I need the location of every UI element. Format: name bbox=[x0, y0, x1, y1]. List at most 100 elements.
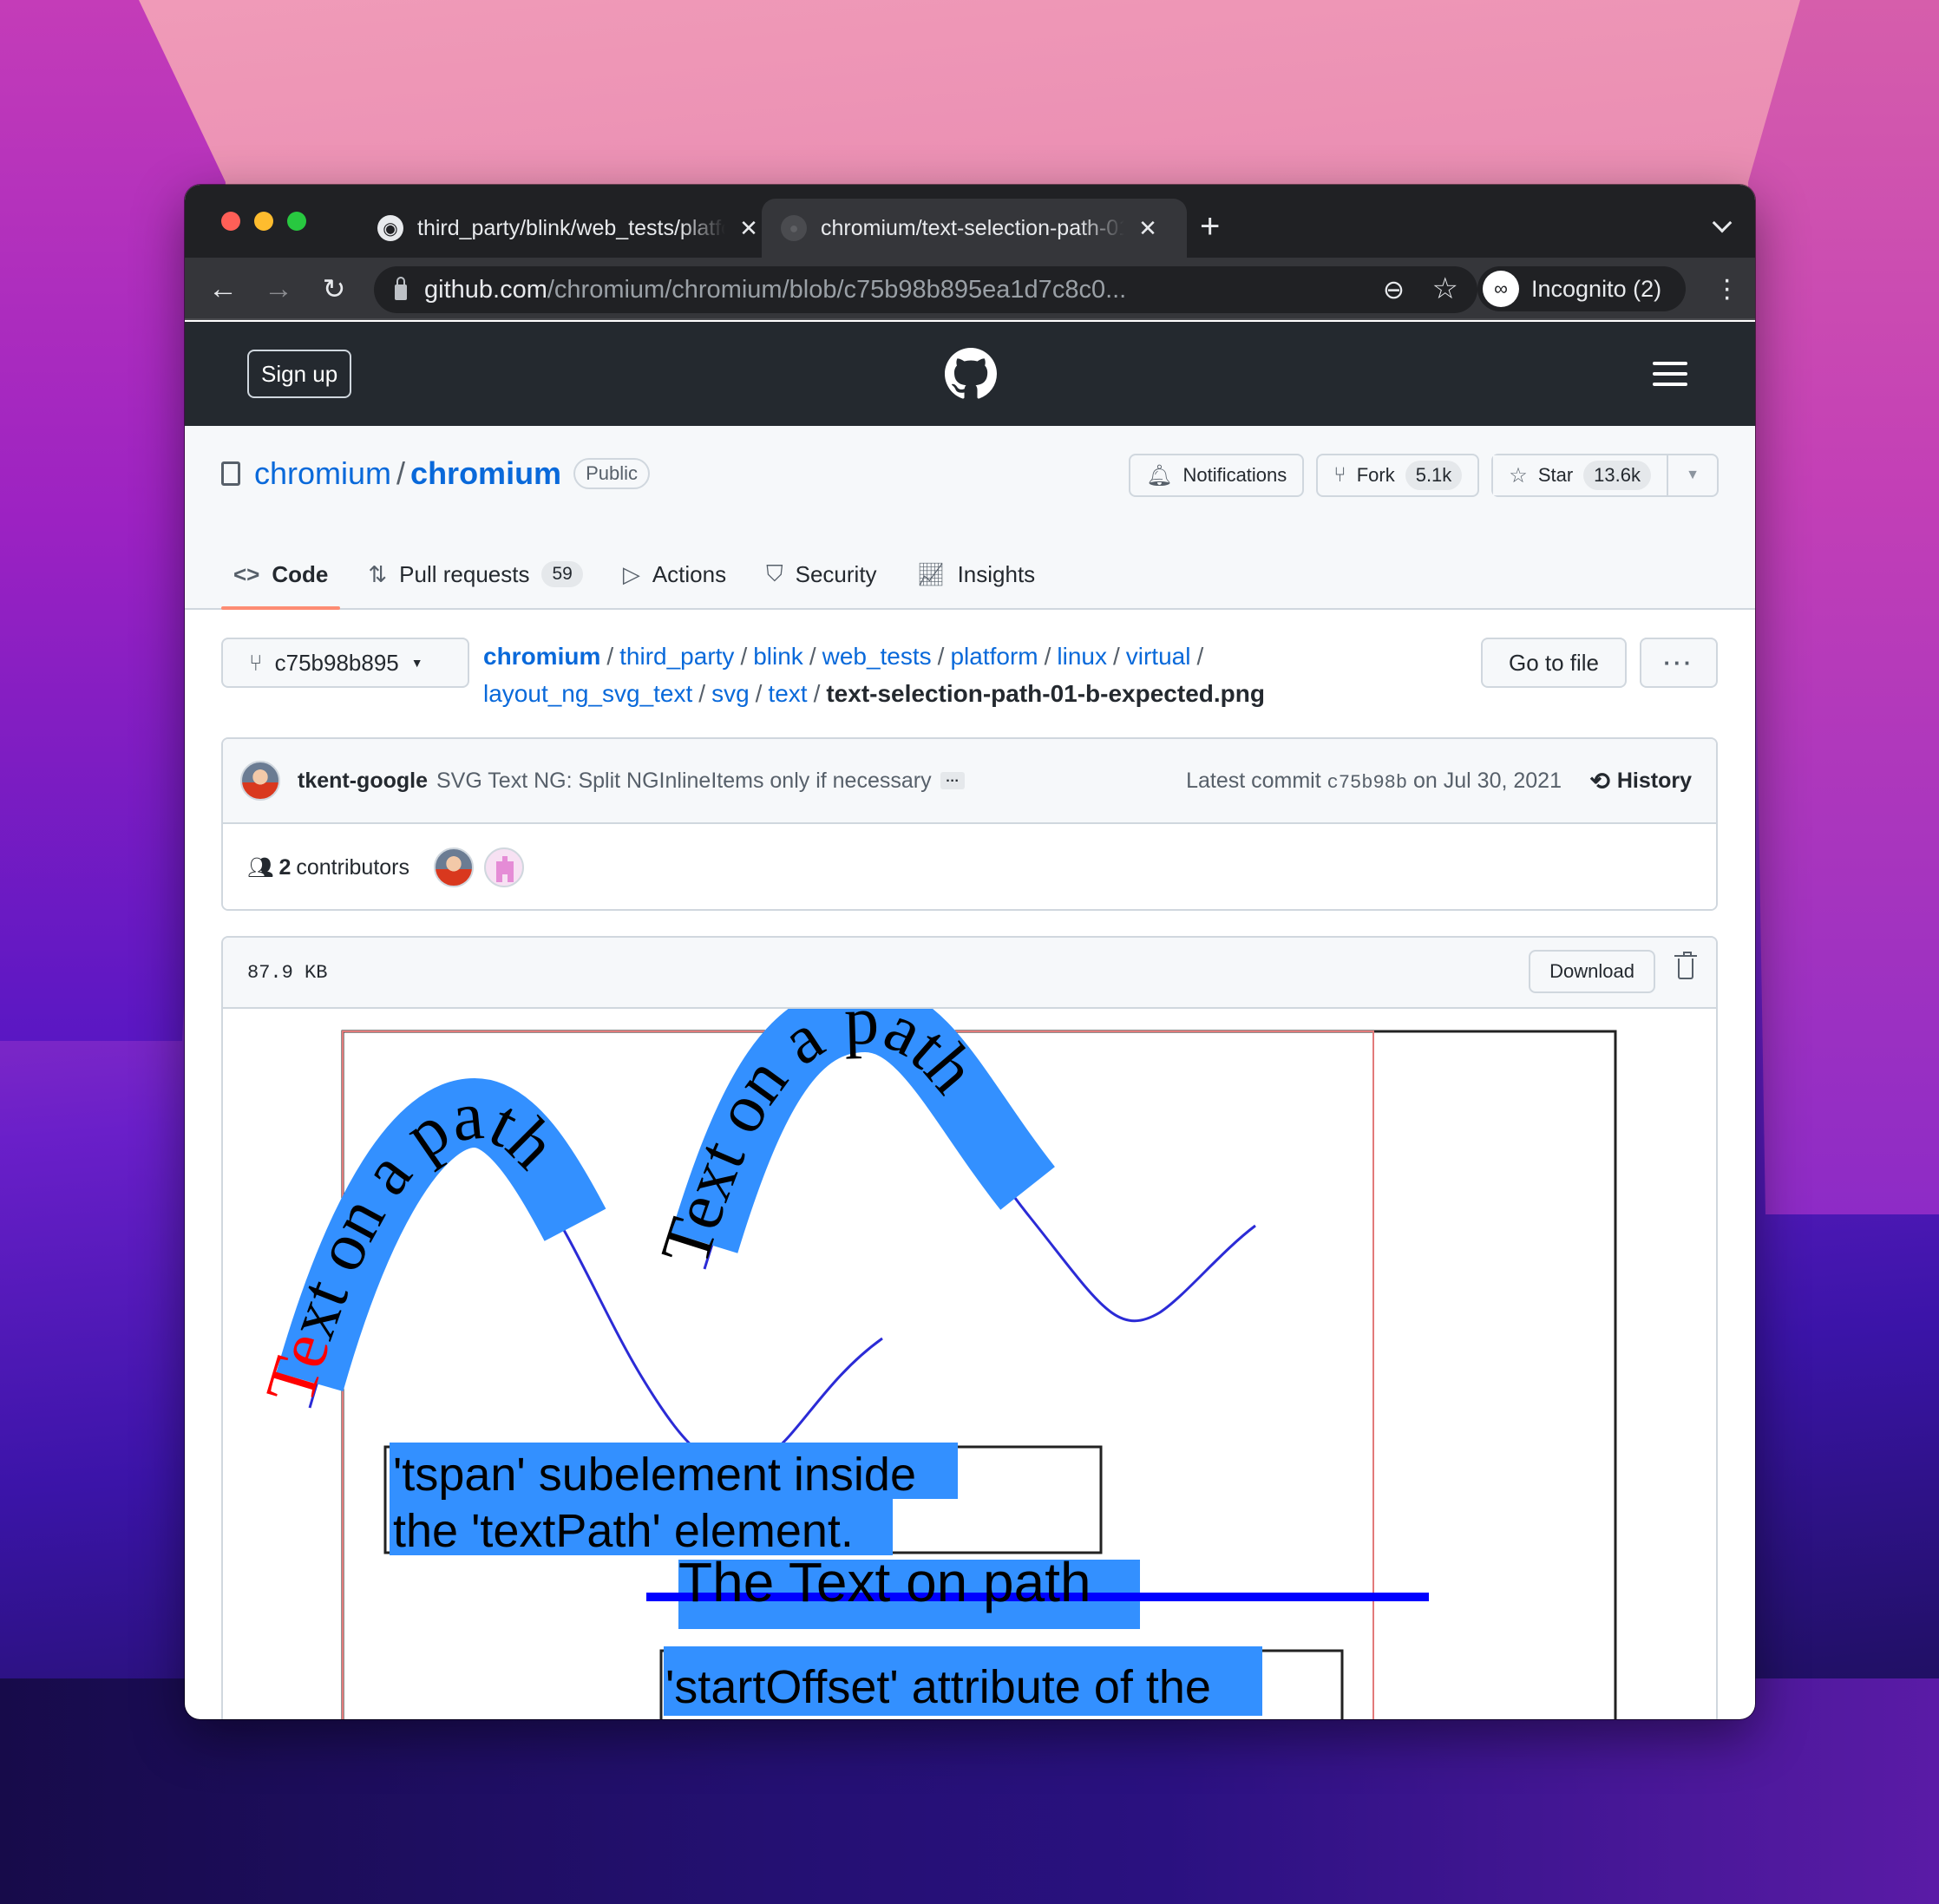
commit-row: tkent-google SVG Text NG: Split NGInline… bbox=[223, 739, 1716, 824]
bell-icon: 🔔︎ bbox=[1145, 463, 1173, 487]
straight-path-text: The Text on path bbox=[678, 1551, 1091, 1613]
fork-count: 5.1k bbox=[1405, 461, 1463, 490]
close-tab-icon[interactable]: ✕ bbox=[1137, 215, 1159, 242]
contributors-row: 👥︎ 2 contributors bbox=[223, 824, 1716, 909]
tab-pull-requests[interactable]: ⇅ Pull requests 59 bbox=[356, 539, 594, 610]
tab-actions[interactable]: ▷ Actions bbox=[611, 539, 738, 610]
latest-commit-box: tkent-google SVG Text NG: Split NGInline… bbox=[221, 737, 1718, 911]
minimize-window-button[interactable] bbox=[254, 212, 273, 231]
commit-sha-link[interactable]: c75b98b bbox=[1327, 772, 1407, 794]
more-options-button[interactable]: ··· bbox=[1640, 638, 1718, 688]
browser-window: ◉ third_party/blink/web_tests/platform/l… bbox=[185, 185, 1755, 1719]
bookmark-star-icon[interactable]: ☆ bbox=[1432, 272, 1458, 306]
contributor-avatar[interactable] bbox=[434, 847, 474, 887]
current-filename: text-selection-path-01-b-expected.png bbox=[826, 680, 1265, 707]
breadcrumb-link[interactable]: text bbox=[768, 680, 807, 707]
repo-header: chromium / chromium Public 🔔︎ Notificati… bbox=[185, 426, 1755, 610]
breadcrumb-link[interactable]: svg bbox=[711, 680, 750, 707]
zoom-out-icon[interactable]: ⊖ bbox=[1383, 275, 1405, 305]
branch-selector[interactable]: ⑂ c75b98b895 ▼ bbox=[221, 638, 469, 688]
breadcrumb-separator: / bbox=[740, 643, 748, 670]
maximize-window-button[interactable] bbox=[287, 212, 306, 231]
browser-tab[interactable]: ◉ third_party/blink/web_tests/platform/l… bbox=[367, 199, 775, 258]
repo-forked-icon: ⑂ bbox=[1333, 463, 1346, 487]
breadcrumb-link[interactable]: platform bbox=[950, 643, 1038, 670]
contributors-label[interactable]: contributors bbox=[296, 855, 409, 880]
trash-icon[interactable] bbox=[1674, 952, 1697, 979]
breadcrumb-link[interactable]: blink bbox=[753, 643, 803, 670]
github-logo-icon[interactable] bbox=[945, 348, 997, 400]
breadcrumb-link[interactable]: chromium bbox=[483, 643, 600, 670]
repo-separator: / bbox=[396, 455, 406, 491]
code-icon: <> bbox=[233, 560, 260, 587]
history-label: History bbox=[1616, 768, 1692, 793]
history-clock-icon: ⟲ bbox=[1589, 767, 1610, 795]
breadcrumb-link[interactable]: third_party bbox=[619, 643, 734, 670]
image-preview: Text on a path Text on a path 'tspan' su… bbox=[223, 1009, 1716, 1719]
forward-button[interactable]: → bbox=[259, 270, 298, 308]
breadcrumb-link[interactable]: linux bbox=[1057, 643, 1107, 670]
star-label: Star bbox=[1537, 464, 1574, 486]
contributors-count[interactable]: 2 bbox=[278, 855, 291, 880]
commit-message-link[interactable]: SVG Text NG: Split NGInlineItems only if… bbox=[436, 769, 932, 794]
expand-commit-message-button[interactable]: … bbox=[940, 771, 965, 789]
profile-label: Incognito (2) bbox=[1531, 275, 1662, 302]
star-count: 13.6k bbox=[1583, 461, 1651, 490]
tspan-line-2: the 'textPath' element. bbox=[393, 1505, 854, 1557]
github-icon: ● bbox=[781, 215, 807, 241]
fork-label: Fork bbox=[1356, 464, 1395, 486]
close-window-button[interactable] bbox=[221, 212, 240, 231]
star-button[interactable]: ☆ Star 13.6k bbox=[1493, 455, 1667, 495]
notifications-button[interactable]: 🔔︎ Notifications bbox=[1128, 454, 1305, 497]
contributor-avatar[interactable] bbox=[484, 847, 524, 887]
back-button[interactable]: ← bbox=[204, 270, 242, 308]
tab-security[interactable]: ⛉ Security bbox=[754, 539, 888, 610]
globe-icon: ◉ bbox=[377, 215, 403, 241]
author-avatar[interactable] bbox=[240, 761, 280, 801]
commit-author-link[interactable]: tkent-google bbox=[298, 769, 428, 794]
download-button[interactable]: Download bbox=[1529, 950, 1655, 993]
tab-search-chevron-icon[interactable] bbox=[1712, 213, 1733, 233]
file-size: 87.9 KB bbox=[247, 961, 328, 984]
close-tab-icon[interactable]: ✕ bbox=[737, 215, 760, 242]
shield-icon: ⛉ bbox=[766, 560, 783, 586]
breadcrumb-link[interactable]: web_tests bbox=[822, 643, 932, 670]
star-lists-dropdown[interactable]: ▼ bbox=[1667, 455, 1717, 495]
profile-button[interactable]: ∞ Incognito (2) bbox=[1477, 266, 1686, 311]
repo-actions: 🔔︎ Notifications ⑂ Fork 5.1k ☆ Star 13.6… bbox=[1128, 454, 1719, 497]
sign-up-button[interactable]: Sign up bbox=[247, 350, 352, 398]
browser-menu-icon[interactable]: · · · bbox=[1722, 265, 1732, 311]
chevron-down-icon: ▼ bbox=[410, 656, 423, 670]
tab-label: Insights bbox=[957, 560, 1036, 587]
repo-name-link[interactable]: chromium bbox=[410, 455, 561, 492]
new-tab-button[interactable]: + bbox=[1200, 209, 1220, 244]
browser-toolbar: ← → ↻ github.com/chromium/chromium/blob/… bbox=[185, 258, 1755, 320]
breadcrumb-separator: / bbox=[698, 680, 706, 707]
notifications-label: Notifications bbox=[1182, 464, 1287, 486]
png-render: Text on a path Text on a path 'tspan' su… bbox=[252, 1009, 1617, 1719]
github-header: Sign up bbox=[185, 322, 1755, 426]
start-offset-text: 'startOffset' attribute of the bbox=[665, 1661, 1211, 1713]
git-branch-icon: ⑂ bbox=[249, 649, 263, 676]
file-viewer: 87.9 KB Download Text on a path Text on … bbox=[221, 936, 1718, 1719]
tab-insights[interactable]: 📈︎ Insights bbox=[905, 539, 1048, 610]
history-link[interactable]: ⟲ History bbox=[1589, 767, 1692, 795]
repo-icon bbox=[221, 461, 240, 486]
go-to-file-button[interactable]: Go to file bbox=[1481, 638, 1627, 688]
people-icon: 👥︎ bbox=[247, 855, 274, 880]
breadcrumb-link[interactable]: layout_ng_svg_text bbox=[483, 680, 692, 707]
breadcrumb-link[interactable]: virtual bbox=[1126, 643, 1191, 670]
address-bar[interactable]: github.com/chromium/chromium/blob/c75b98… bbox=[374, 266, 1477, 313]
fork-button[interactable]: ⑂ Fork 5.1k bbox=[1316, 454, 1480, 497]
commit-meta: Latest commit c75b98b on Jul 30, 2021 bbox=[1186, 769, 1562, 794]
tab-code[interactable]: <> Code bbox=[221, 539, 341, 610]
browser-tab-active[interactable]: ● chromium/text-selection-path-01-b-expe… bbox=[762, 199, 1187, 258]
tab-strip: ◉ third_party/blink/web_tests/platform/l… bbox=[185, 185, 1755, 258]
repo-owner-link[interactable]: chromium bbox=[254, 455, 391, 492]
url-text[interactable]: github.com/chromium/chromium/blob/c75b98… bbox=[424, 276, 1126, 304]
commit-date: on Jul 30, 2021 bbox=[1413, 768, 1562, 793]
tspan-line-1: 'tspan' subelement inside bbox=[393, 1449, 916, 1501]
menu-hamburger-icon[interactable] bbox=[1653, 362, 1687, 393]
repo-title: chromium / chromium Public bbox=[221, 455, 650, 492]
reload-button[interactable]: ↻ bbox=[315, 270, 353, 308]
